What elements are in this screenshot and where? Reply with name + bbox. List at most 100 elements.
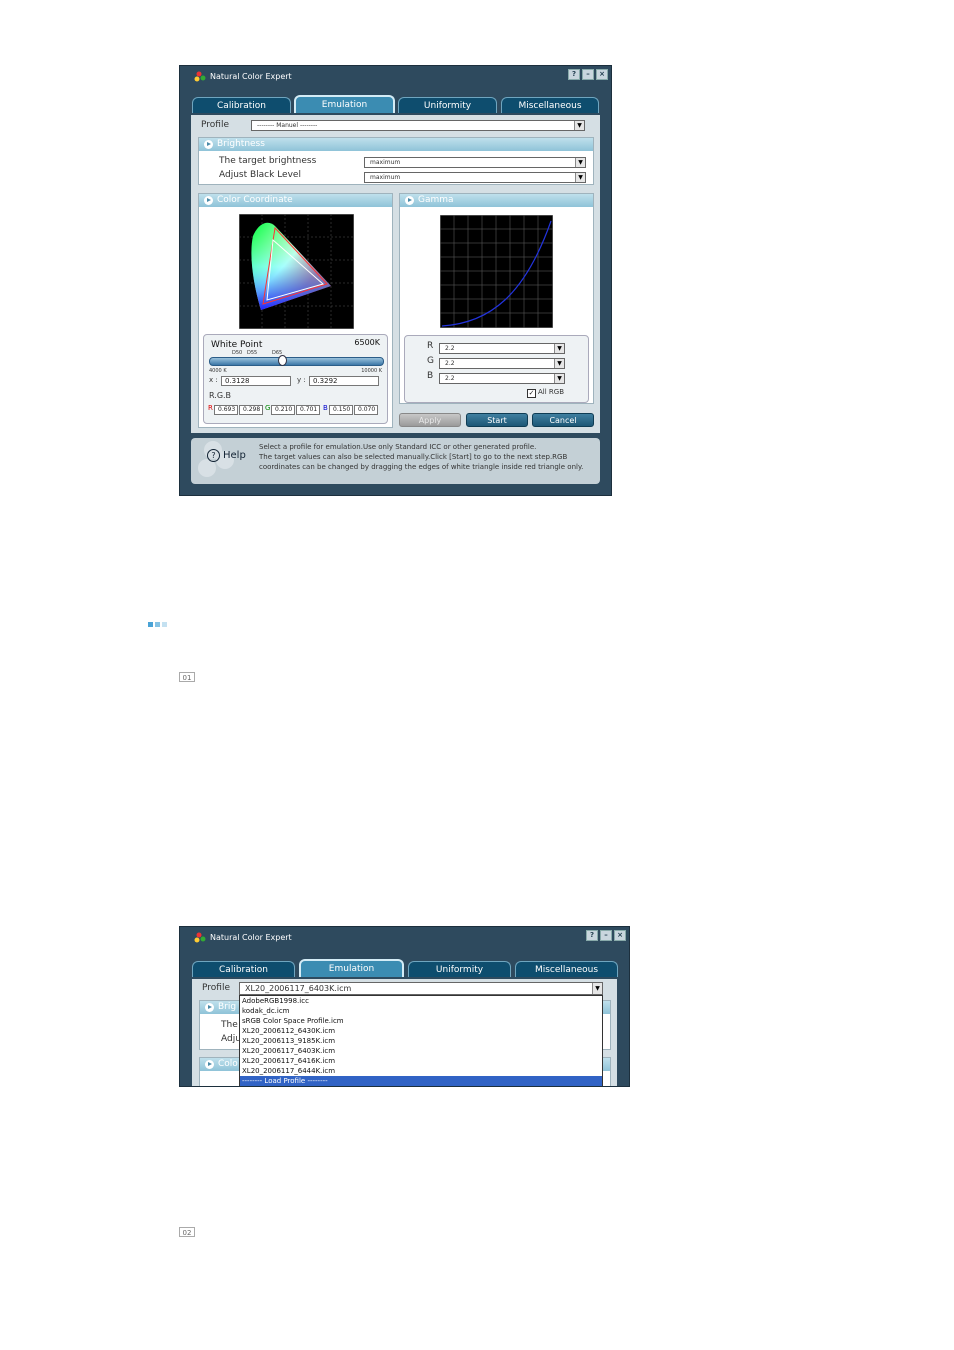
chevron-down-icon[interactable]: ▼	[554, 374, 564, 383]
chevron-down-icon[interactable]: ▼	[554, 344, 564, 353]
all-rgb-checkbox[interactable]: ✓	[527, 389, 536, 398]
help-icon[interactable]: ?	[568, 69, 580, 80]
x-coordinate-field[interactable]: 0.3128	[221, 376, 291, 386]
profile-select[interactable]: -------- Manuel -------- ▼	[251, 120, 585, 131]
profile-select-value: -------- Manuel --------	[257, 122, 318, 129]
close-icon[interactable]: ×	[614, 930, 626, 941]
gamma-g-select[interactable]: 2.2 ▼	[439, 358, 565, 369]
app-logo-icon	[194, 71, 206, 82]
brightness-header[interactable]: Brightness	[199, 138, 593, 151]
color-coordinate-panel: Color Coordinate White Point 6500K D50 D…	[198, 193, 393, 428]
slider-mark-d55: D55	[247, 350, 258, 356]
list-item[interactable]: kodak_dc.icm	[240, 1006, 602, 1016]
step-marker-02: 02	[179, 1227, 195, 1237]
profile-select[interactable]: XL20_2006117_6403K.icm ▼	[239, 982, 603, 995]
expand-icon	[205, 1003, 214, 1012]
profile-label: Profile	[202, 983, 230, 993]
b-x-field[interactable]: 0.150	[329, 405, 353, 415]
tab-emulation[interactable]: Emulation	[299, 959, 404, 977]
help-icon[interactable]: ?	[586, 930, 598, 941]
list-item[interactable]: XL20_2006113_9185K.icm	[240, 1036, 602, 1046]
white-point-slider[interactable]	[209, 357, 384, 366]
close-icon[interactable]: ×	[596, 69, 608, 80]
gamma-b-value: 2.2	[445, 375, 455, 382]
profile-label: Profile	[201, 120, 229, 130]
list-item[interactable]: AdobeRGB1998.icc	[240, 996, 602, 1006]
gamma-header[interactable]: Gamma	[400, 194, 593, 207]
gamma-b-select[interactable]: 2.2 ▼	[439, 373, 565, 384]
tab-uniformity[interactable]: Uniformity	[408, 961, 511, 977]
y-coordinate-field[interactable]: 0.3292	[309, 376, 379, 386]
tab-calibration[interactable]: Calibration	[192, 961, 295, 977]
cancel-button[interactable]: Cancel	[532, 413, 594, 427]
g-y-field[interactable]: 0.701	[296, 405, 320, 415]
list-item[interactable]: XL20_2006117_6444K.icm	[240, 1066, 602, 1076]
x-label: x :	[209, 376, 218, 384]
expand-icon	[204, 196, 213, 205]
tab-calibration[interactable]: Calibration	[192, 97, 291, 113]
window-title: Natural Color Expert	[210, 72, 292, 81]
white-point-box: White Point 6500K D50 D55 D65 4000 K 100…	[203, 334, 388, 424]
rgb-label: R.G.B	[209, 391, 232, 400]
white-point-label: White Point	[211, 340, 263, 350]
slider-max-label: 10000 K	[361, 368, 382, 374]
list-item[interactable]: sRGB Color Space Profile.icm	[240, 1016, 602, 1026]
tab-miscellaneous[interactable]: Miscellaneous	[515, 961, 618, 977]
chevron-down-icon[interactable]: ▼	[574, 121, 584, 130]
app-window: Natural Color Expert ? – × Calibration E…	[179, 65, 612, 496]
brightness-panel: Brightness The target brightness maximum…	[198, 137, 594, 185]
chevron-down-icon[interactable]: ▼	[554, 359, 564, 368]
color-coordinate-header[interactable]: Color Coordinate	[199, 194, 392, 207]
chevron-down-icon[interactable]: ▼	[592, 983, 602, 994]
minimize-icon[interactable]: –	[582, 69, 594, 80]
gamma-g-label: G	[427, 356, 434, 366]
start-button[interactable]: Start	[466, 413, 528, 427]
chevron-down-icon[interactable]: ▼	[575, 173, 585, 182]
minimize-icon[interactable]: –	[600, 930, 612, 941]
white-point-slider-thumb[interactable]	[278, 355, 287, 366]
list-item[interactable]: XL20_2006112_6430K.icm	[240, 1026, 602, 1036]
brightness-title: Brightness	[217, 139, 265, 149]
help-label[interactable]: Help	[223, 450, 246, 461]
b-label: B	[323, 404, 328, 412]
list-item[interactable]: XL20_2006117_6403K.icm	[240, 1046, 602, 1056]
cie-chromaticity-diagram[interactable]	[239, 214, 354, 329]
apply-button[interactable]: Apply	[399, 413, 461, 427]
target-brightness-select[interactable]: maximum ▼	[364, 157, 586, 168]
slider-min-label: 4000 K	[209, 368, 227, 374]
black-level-select[interactable]: maximum ▼	[364, 172, 586, 183]
help-icon[interactable]: ?	[207, 449, 220, 462]
help-text-line-2: The target values can also be selected m…	[259, 453, 568, 461]
title-bar: Natural Color Expert ? – ×	[180, 927, 629, 949]
gamma-curve-graph	[440, 215, 553, 328]
expand-icon	[405, 196, 414, 205]
g-x-field[interactable]: 0.210	[271, 405, 295, 415]
r-label: R	[208, 404, 213, 412]
gamma-b-label: B	[427, 371, 434, 381]
target-brightness-label: The target brightness	[219, 156, 317, 166]
flower-decoration-icon	[198, 441, 234, 477]
tab-uniformity[interactable]: Uniformity	[398, 97, 497, 113]
list-item[interactable]: XL20_2006117_6416K.icm	[240, 1056, 602, 1066]
r-x-field[interactable]: 0.693	[214, 405, 238, 415]
chevron-down-icon[interactable]: ▼	[575, 158, 585, 167]
profile-dropdown-list[interactable]: AdobeRGB1998.icc kodak_dc.icm sRGB Color…	[239, 995, 603, 1086]
expand-icon	[204, 140, 213, 149]
app-window-cropped: Natural Color Expert ? – × Calibration E…	[179, 926, 630, 1087]
profile-select-value: XL20_2006117_6403K.icm	[245, 984, 352, 993]
b-y-field[interactable]: 0.070	[354, 405, 378, 415]
emulation-content: Profile -------- Manuel -------- ▼ Brigh…	[191, 115, 600, 433]
black-level-label: Adju	[221, 1034, 241, 1044]
black-level-value: maximum	[370, 174, 401, 181]
title-bar: Natural Color Expert ? – ×	[180, 66, 611, 88]
list-item-load-profile[interactable]: -------- Load Profile --------	[240, 1076, 602, 1086]
app-logo-icon	[194, 932, 206, 943]
help-bar: ? Help Select a profile for emulation.Us…	[191, 438, 600, 484]
black-level-label: Adjust Black Level	[219, 170, 301, 180]
r-y-field[interactable]: 0.298	[239, 405, 263, 415]
gamma-r-select[interactable]: 2.2 ▼	[439, 343, 565, 354]
window-title: Natural Color Expert	[210, 933, 292, 942]
tab-miscellaneous[interactable]: Miscellaneous	[501, 97, 599, 113]
tab-emulation[interactable]: Emulation	[294, 95, 395, 113]
color-coordinate-title: Colo	[218, 1059, 238, 1069]
